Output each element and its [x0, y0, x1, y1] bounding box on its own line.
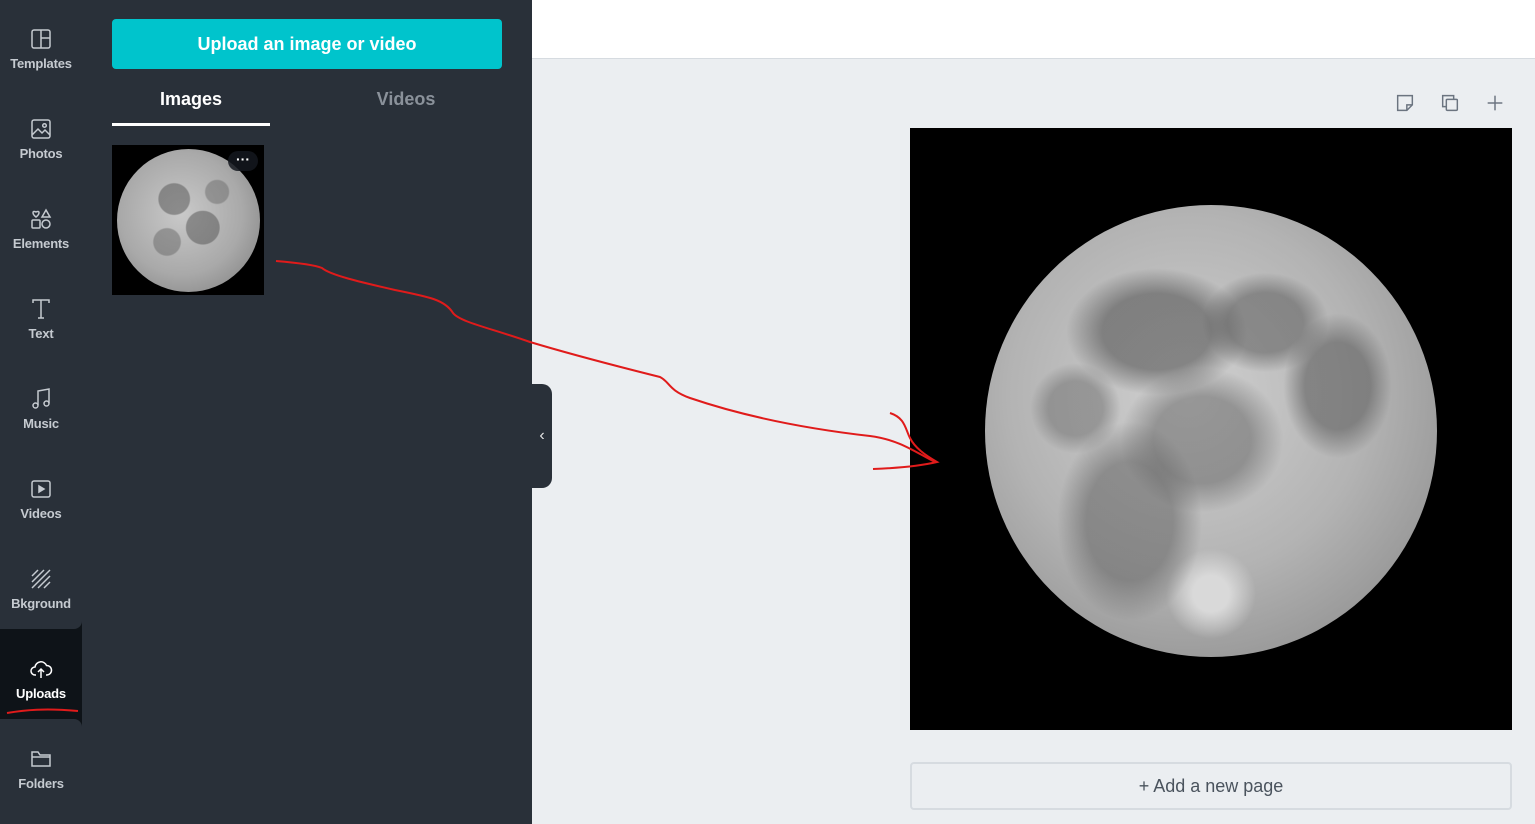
video-play-icon	[28, 476, 54, 502]
rail-item-label: Bkground	[11, 595, 71, 611]
more-options-button[interactable]: ···	[228, 151, 258, 171]
design-canvas[interactable]	[910, 128, 1512, 730]
folder-icon	[28, 746, 54, 772]
tab-videos[interactable]: Videos	[327, 86, 485, 126]
shapes-icon	[28, 206, 54, 232]
rail-item-templates[interactable]: Templates	[0, 0, 82, 90]
add-note-button[interactable]	[1392, 92, 1418, 118]
rail-item-uploads[interactable]: Uploads	[0, 630, 82, 720]
rail-item-label: Music	[23, 415, 59, 431]
rail-item-elements[interactable]: Elements	[0, 180, 82, 270]
tab-images[interactable]: Images	[112, 86, 270, 126]
side-navigation-rail: Templates Photos Elements Text Music Vid…	[0, 0, 82, 824]
rail-item-label: Photos	[19, 145, 63, 161]
rail-item-text[interactable]: Text	[0, 270, 82, 360]
uploads-panel: Upload an image or video Images Videos ·…	[82, 0, 532, 824]
rail-item-background[interactable]: Bkground	[0, 540, 82, 630]
upload-media-button[interactable]: Upload an image or video	[112, 19, 502, 69]
rail-item-videos[interactable]: Videos	[0, 450, 82, 540]
rail-item-folders[interactable]: Folders	[0, 720, 82, 810]
templates-icon	[28, 26, 54, 52]
note-icon	[1394, 92, 1416, 119]
moon-image[interactable]	[985, 205, 1437, 657]
rail-item-label: Videos	[20, 505, 62, 521]
photo-icon	[28, 116, 54, 142]
add-page-plus-button[interactable]	[1482, 92, 1508, 118]
rail-item-label: Folders	[18, 775, 64, 791]
add-new-page-button[interactable]: + Add a new page	[910, 762, 1512, 810]
rail-item-music[interactable]: Music	[0, 360, 82, 450]
rail-item-label: Text	[28, 325, 54, 341]
rail-item-label: Elements	[12, 235, 70, 251]
copy-icon	[1439, 92, 1461, 119]
collapse-panel-button[interactable]: ‹	[532, 384, 552, 488]
rail-item-label: Uploads	[16, 685, 66, 701]
top-bar	[532, 0, 1535, 59]
uploaded-image-thumbnail[interactable]: ···	[112, 145, 264, 295]
cloud-upload-icon	[28, 656, 54, 682]
rail-item-photos[interactable]: Photos	[0, 90, 82, 180]
rail-item-label: Templates	[10, 55, 72, 71]
duplicate-page-button[interactable]	[1437, 92, 1463, 118]
background-stripes-icon	[28, 566, 54, 592]
music-note-icon	[28, 386, 54, 412]
plus-icon	[1484, 92, 1506, 119]
text-icon	[28, 296, 54, 322]
